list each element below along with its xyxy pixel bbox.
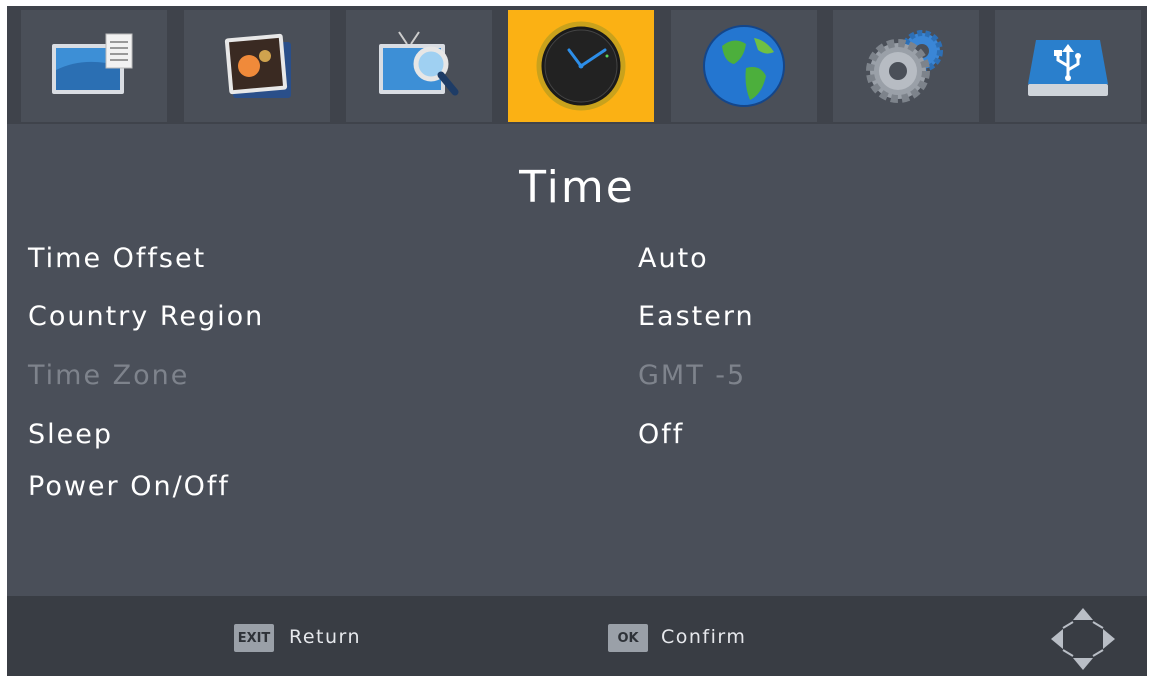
ok-key-badge: OK <box>608 624 648 652</box>
time-zone-label: Time Zone <box>28 360 190 391</box>
tab-channel-search[interactable] <box>346 10 492 122</box>
time-offset-label[interactable]: Time Offset <box>28 243 206 274</box>
globe-icon <box>703 25 785 107</box>
tab-system-settings[interactable] <box>833 10 979 122</box>
tv-menu-screen: Time Time Offset Auto Country Region Eas… <box>7 6 1147 676</box>
dpad-arrows-icon <box>1051 608 1115 670</box>
tv-search-icon <box>379 31 459 96</box>
footer-hint-bar: EXIT Return OK Confirm <box>7 596 1147 676</box>
tab-time[interactable] <box>508 10 654 122</box>
country-region-label[interactable]: Country Region <box>28 301 264 332</box>
tab-language[interactable] <box>671 10 817 122</box>
clock-icon <box>536 21 626 111</box>
time-offset-value[interactable]: Auto <box>638 243 709 274</box>
page-title: Time <box>519 162 635 213</box>
confirm-hint: Confirm <box>661 626 747 648</box>
picture-monitor-icon <box>52 33 133 94</box>
sleep-value[interactable]: Off <box>638 419 684 450</box>
photo-album-icon <box>224 33 291 98</box>
gears-icon <box>866 30 943 103</box>
power-on-off-label[interactable]: Power On/Off <box>28 471 230 502</box>
tab-picture[interactable] <box>21 10 167 122</box>
time-zone-value: GMT -5 <box>638 360 747 391</box>
exit-key-badge: EXIT <box>234 624 274 652</box>
usb-drive-icon <box>1028 40 1108 96</box>
sleep-label[interactable]: Sleep <box>28 419 113 450</box>
country-region-value[interactable]: Eastern <box>638 301 755 332</box>
menu-tab-bar <box>7 6 1147 124</box>
tab-usb[interactable] <box>995 10 1141 122</box>
tab-media[interactable] <box>184 10 330 122</box>
return-hint: Return <box>289 626 362 648</box>
